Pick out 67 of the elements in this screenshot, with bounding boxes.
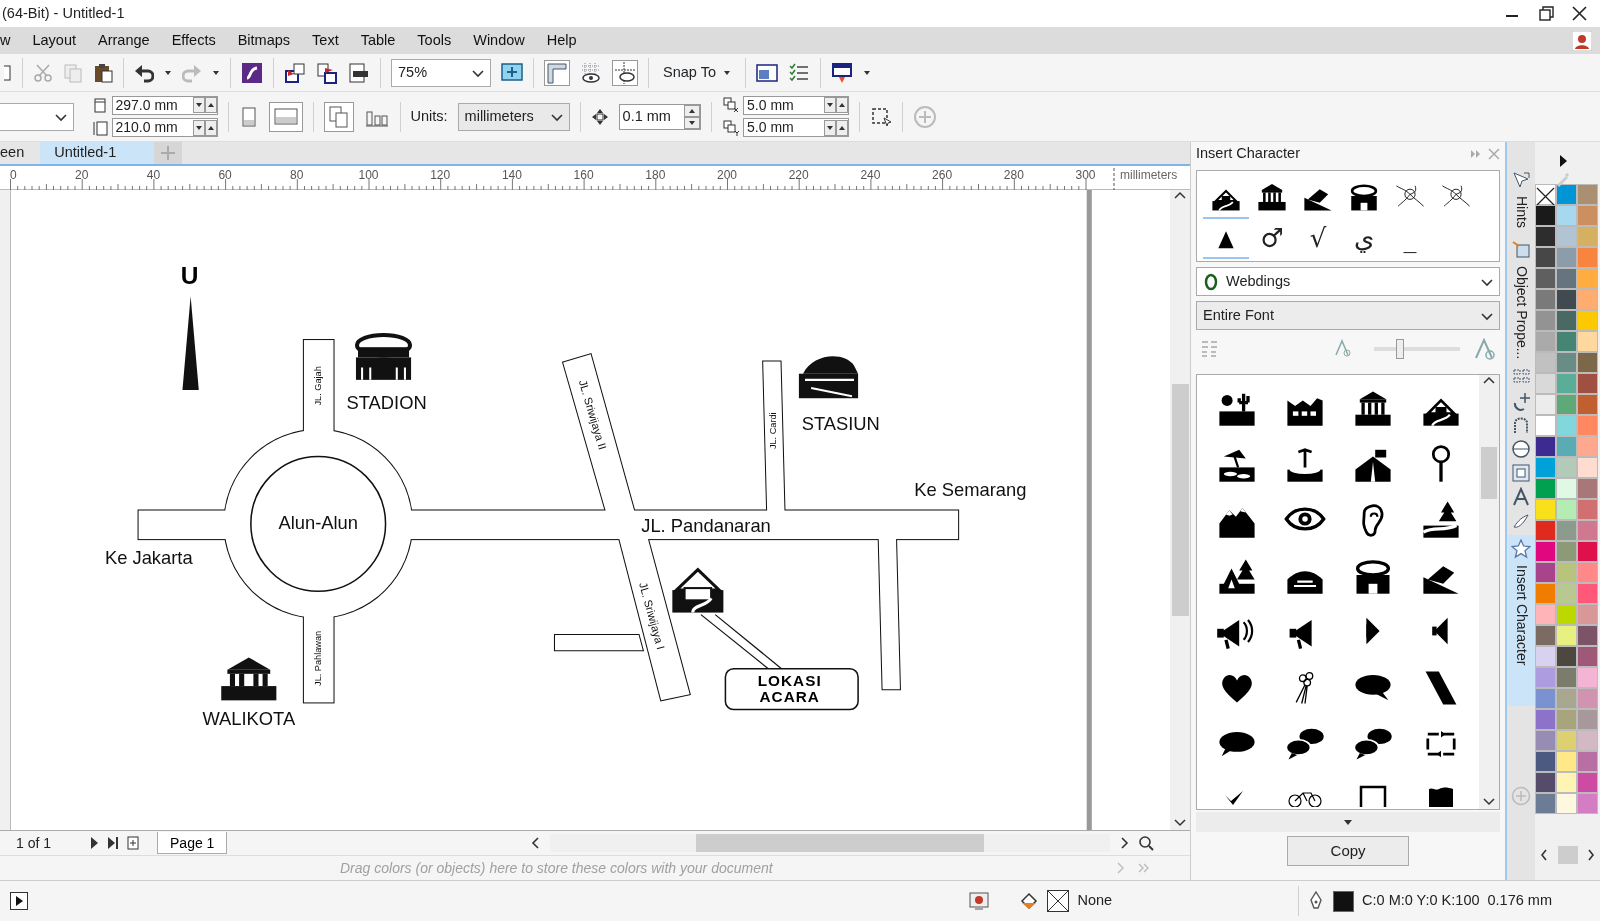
docker-title: Insert Character (1196, 144, 1300, 164)
map-label: JL. Sriwijaya II (576, 378, 609, 452)
map-label: Ke Jakarta (104, 546, 193, 568)
font-dropdown[interactable]: Webdings (1196, 267, 1501, 296)
ruler-number: 140 (501, 168, 522, 182)
ruler-number: 60 (218, 168, 232, 182)
recent-character[interactable]: √ (1295, 217, 1341, 259)
duplicate-x-field[interactable]: 5.0 mm (743, 95, 850, 115)
ruler-number: 80 (290, 168, 304, 182)
menu-item[interactable]: Arrange (87, 28, 161, 53)
menu-item[interactable]: Effects (160, 28, 227, 53)
map-label: STASIUN (801, 412, 880, 434)
side-tab[interactable]: Insert Character (1507, 535, 1535, 706)
map-label: JL. Sriwijaya I (636, 580, 668, 651)
ruler-number: 20 (75, 168, 89, 182)
width-field[interactable]: 297.0 mm (111, 95, 218, 115)
fill-label: None (1077, 891, 1113, 911)
map-label: WALIKOTA (202, 707, 296, 729)
menu-item[interactable]: Bitmaps (226, 28, 302, 53)
ruler-number: 120 (430, 168, 451, 182)
window-title: (64-Bit) - Untitled-1 (2, 3, 125, 23)
map-label: JL. Pandanaran (641, 514, 771, 536)
ruler-number: 300 (1075, 168, 1096, 182)
page-count: 1 of 1 (16, 833, 52, 853)
menu-item[interactable]: Text (301, 28, 350, 53)
snap-to-button[interactable]: Snap To (659, 59, 735, 86)
outline-width: 0.176 mm (1487, 891, 1552, 911)
height-field[interactable]: 210.0 mm (111, 118, 218, 138)
units-label: Units: (410, 106, 448, 126)
menu-item[interactable]: Window (462, 28, 536, 53)
menu-item[interactable]: w (0, 28, 22, 53)
ruler-number: 240 (860, 168, 881, 182)
color-tray-hint: Drag colors (or objects) here to store these colors with your document (340, 858, 773, 878)
outline-color: C:0 M:0 Y:0 K:100 (1362, 891, 1480, 911)
recent-character[interactable]: _ (1387, 217, 1433, 259)
ruler-number: 200 (717, 168, 737, 182)
ruler-number: 160 (573, 168, 594, 182)
zoom-combo[interactable]: 75% (391, 58, 491, 87)
recent-character[interactable]: ي (1341, 217, 1387, 259)
map-label: Alun-Alun (278, 511, 358, 533)
nudge-field[interactable]: 0.1 mm (618, 103, 701, 130)
menu-item[interactable]: Table (349, 28, 407, 53)
callout-text: LOKASI ACARA (757, 672, 822, 706)
menu-item[interactable]: Help (535, 28, 588, 53)
ruler-number: 100 (358, 168, 379, 182)
map-label: STADION (346, 392, 427, 414)
document-tab[interactable]: Untitled-1 (40, 142, 155, 164)
page-tab[interactable]: Page 1 (157, 832, 228, 854)
ruler-number: 280 (1003, 168, 1024, 182)
copy-button[interactable]: Copy (1287, 836, 1410, 866)
ruler-number: 40 (146, 168, 161, 182)
map-label: JL. Pahlawan (313, 630, 324, 686)
map-label: Ke Semarang (914, 479, 1027, 501)
map-label: JL. Cardi (767, 412, 778, 450)
recent-character[interactable]: ♂ (1249, 217, 1295, 259)
units-combo[interactable]: millimeters (457, 102, 570, 131)
north-label: U (180, 261, 199, 289)
ruler-number: 260 (932, 168, 953, 182)
map-label: JL. Gajah (313, 366, 324, 406)
subset-dropdown[interactable]: Entire Font (1196, 301, 1501, 330)
ruler-unit: millimeters (1120, 168, 1178, 182)
duplicate-y-field[interactable]: 5.0 mm (743, 118, 850, 138)
ruler-number: 0 (10, 168, 17, 182)
menu-item[interactable]: Tools (406, 28, 463, 53)
menu-item[interactable]: Layout (21, 28, 88, 53)
ruler-number: 180 (645, 168, 666, 182)
ruler-number: 220 (788, 168, 809, 182)
